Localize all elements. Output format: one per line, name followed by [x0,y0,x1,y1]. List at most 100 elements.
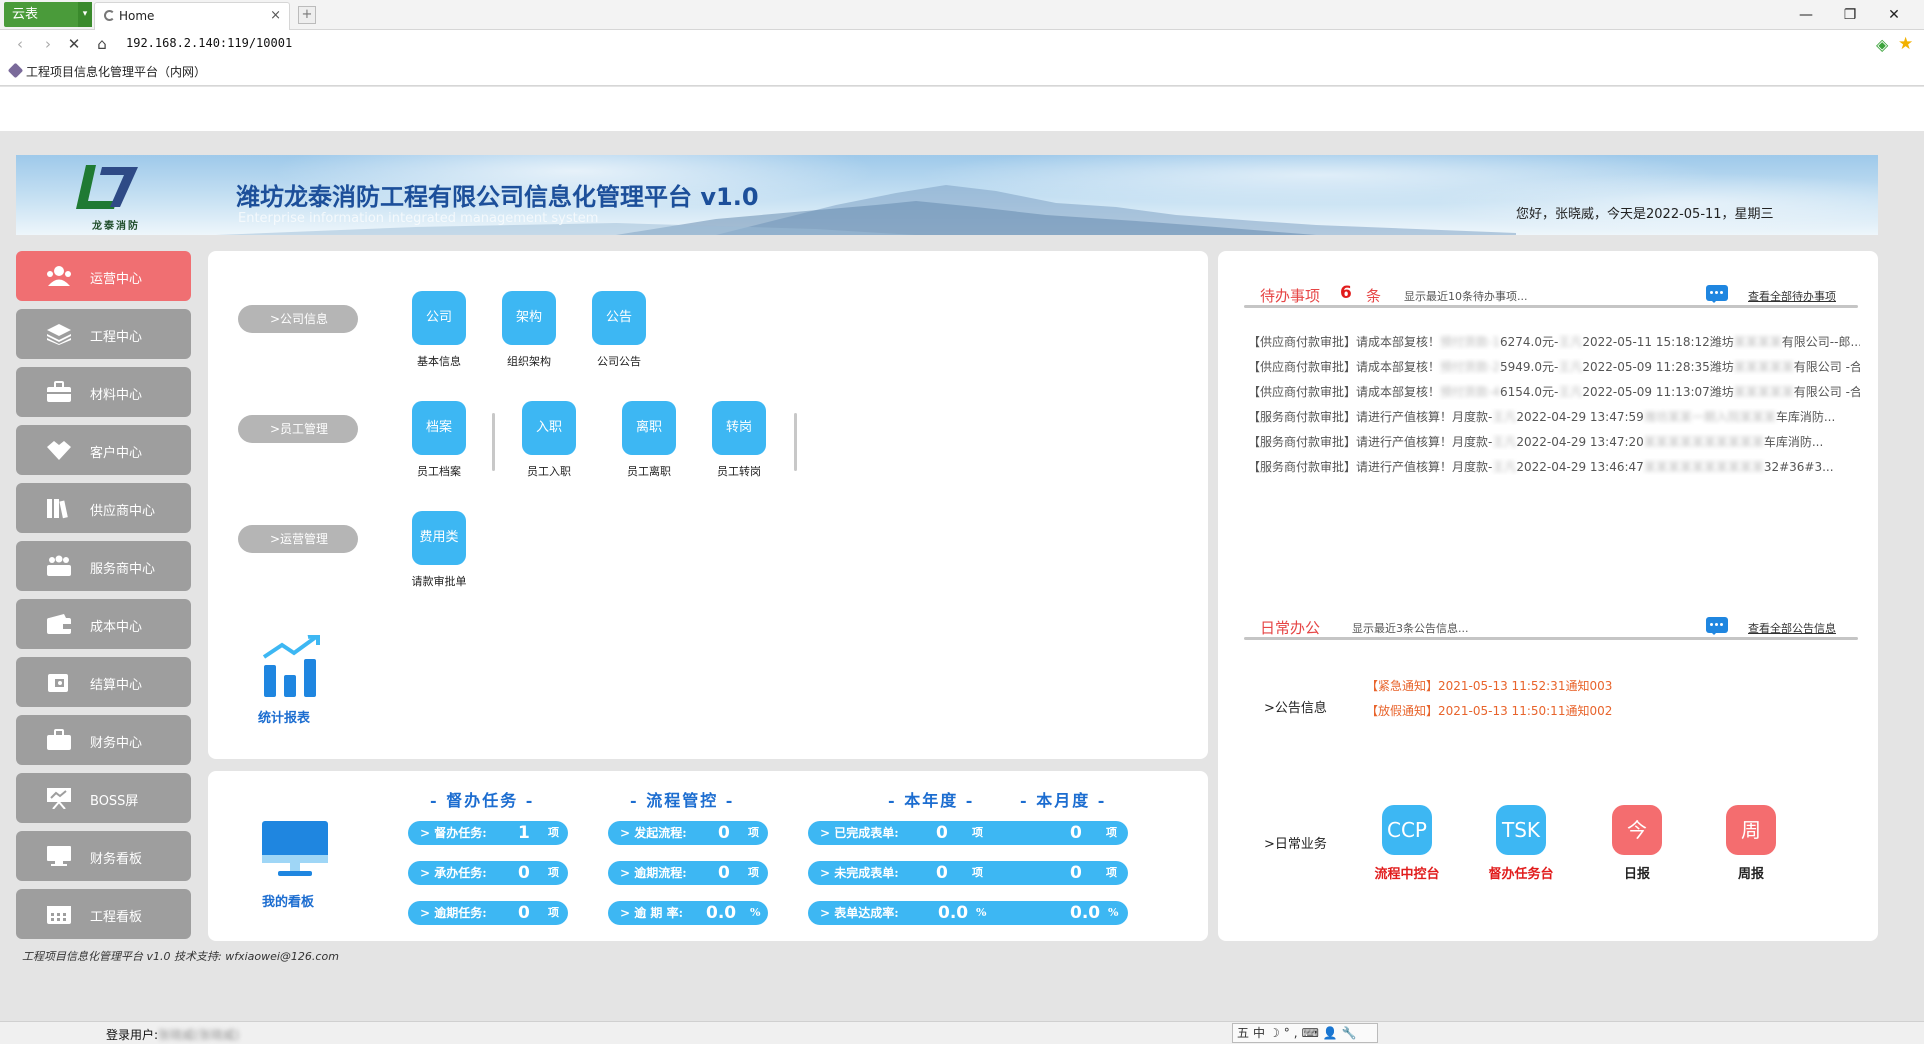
tile-staff-onboard[interactable]: 入职 [522,401,576,455]
minimize-button[interactable]: — [1786,4,1826,26]
notice-item[interactable]: 【紧急通知】2021-05-13 11:52:31通知003 [1366,677,1612,694]
tile-label: 员工档案 [417,465,461,478]
tile-staff-resign[interactable]: 离职 [622,401,676,455]
stats-report-link[interactable]: 统计报表 [258,707,310,726]
group-label-staff[interactable]: >员工管理 [238,415,358,443]
sidebar-item-operations[interactable]: 运营中心 [16,251,191,301]
stat-month-value: 0.0 [1070,903,1101,923]
sidebar-item-customers[interactable]: 客户中心 [16,425,191,475]
chevron-down-icon[interactable]: ▾ [78,2,92,27]
todo-header: - 督办任务 - [430,791,535,810]
view-all-todos-link[interactable]: 查看全部待办事项 [1748,288,1836,304]
stat-pill[interactable]: > 逾 期 率: 0.0% [608,901,768,925]
favorite-star-icon[interactable]: ★ [1898,34,1913,54]
sidebar-item-project-board[interactable]: 工程看板 [16,889,191,939]
ccp-button[interactable]: CCP [1382,805,1432,855]
todo-item[interactable]: 【服务商付款审批】请进行产值核算！月度款-王凡2022-04-29 13:47:… [1248,408,1860,425]
todo-item[interactable]: 【服务商付款审批】请进行产值核算！月度款-王凡2022-04-29 13:46:… [1248,458,1860,475]
sidebar-item-engineering[interactable]: 工程中心 [16,309,191,359]
new-tab-button[interactable]: + [298,6,316,24]
tile-label: 请款审批单 [411,575,467,588]
status-bar: 登录用户:张晓威(张晓威) 五中☽°,⌨👤🔧 [0,1021,1924,1044]
sidebar-item-label: 财务看板 [90,852,143,867]
stat-key: > 逾 期 率: [620,906,684,920]
stat-pill[interactable]: > 逾期流程: 0 项 [608,861,768,885]
sidebar-item-finance-board[interactable]: 财务看板 [16,831,191,881]
tile-org-structure[interactable]: 架构 [502,291,556,345]
office-hint: 显示最近3条公告信息... [1352,622,1469,635]
module-panel: >公司信息 公司 基本信息 架构 组织架构 公告 公司公告 >员工管理 档案 员… [208,251,1208,759]
year-header: - 本年度 - [888,791,975,810]
stat-key: > 逾期流程: [620,866,687,880]
home-icon[interactable]: ⌂ [92,34,112,54]
bookmark-bar: 工程项目信息化管理平台（内网） [0,58,1924,86]
dashboard-panel: 我的看板 - 督办任务 - - 流程管控 - - 本年度 - - 本月度 - >… [208,771,1208,941]
tile-expense[interactable]: 费用类 [412,511,466,565]
tile-label: 员工离职 [627,465,671,478]
stat-value: 0.0 [706,903,737,923]
sidebar-item-finance[interactable]: 财务中心 [16,715,191,765]
tile-company-notice[interactable]: 公告 [592,291,646,345]
todo-item[interactable]: 【供应商付款审批】请成本部复核！预付货款-46154.0元-王凡2022-05-… [1248,383,1860,400]
team-icon [47,555,71,576]
bookmark-item[interactable]: 工程项目信息化管理平台（内网） [7,62,206,80]
page-content: 龙泰消防 潍坊龙泰消防工程有限公司信息化管理平台 v1.0 Enterprise… [0,131,1924,1021]
stat-unit: % [976,906,987,919]
todo-item[interactable]: 【供应商付款审批】请成本部复核！预付货款-16274.0元-王凡2022-05-… [1248,333,1860,350]
page-top-strip [0,87,1924,131]
sidebar-item-label: BOSS屏 [90,794,139,809]
stat-pill[interactable]: > 表单达成率: 0.0% 0.0% [808,901,1128,925]
close-window-button[interactable]: ✕ [1874,4,1914,26]
chat-icon[interactable] [1706,285,1728,303]
stat-pill[interactable]: > 督办任务: 1 项 [408,821,568,845]
monitor-icon[interactable] [262,821,328,877]
handshake-icon [47,441,71,460]
weekly-report-button[interactable]: 周 [1726,805,1776,855]
ime-toolbar[interactable]: 五中☽°,⌨👤🔧 [1232,1023,1378,1043]
todo-item[interactable]: 【供应商付款审批】请成本部复核！预付货款-25949.0元-王凡2022-05-… [1248,358,1860,375]
biz-section-label: >日常业务 [1264,837,1327,852]
restore-button[interactable]: ❐ [1830,4,1870,26]
todo-item[interactable]: 【服务商付款审批】请进行产值核算！月度款-王凡2022-04-29 13:47:… [1248,433,1860,450]
calendar-icon [47,906,71,924]
sidebar-item-service-providers[interactable]: 服务商中心 [16,541,191,591]
group-label-company[interactable]: >公司信息 [238,305,358,333]
tab-home[interactable]: Home × [94,2,290,30]
back-icon[interactable]: ‹ [10,34,30,54]
presentation-icon [47,788,71,809]
stat-pill[interactable]: > 逾期任务: 0 项 [408,901,568,925]
stat-pill[interactable]: > 未完成表单: 0 项 0 项 [808,861,1128,885]
daily-report-button[interactable]: 今 [1612,805,1662,855]
stat-pill[interactable]: > 承办任务: 0 项 [408,861,568,885]
sidebar-item-label: 服务商中心 [90,562,156,577]
extension-icon[interactable]: ◈ [1876,35,1888,54]
stop-icon[interactable]: ✕ [64,34,84,54]
sidebar-item-settlement[interactable]: 结算中心 [16,657,191,707]
tab-bar: 云表 ▾ Home × + — ❐ ✕ [0,0,1924,30]
sidebar-item-boss-screen[interactable]: BOSS屏 [16,773,191,823]
sidebar-item-materials[interactable]: 材料中心 [16,367,191,417]
sidebar-item-cost[interactable]: 成本中心 [16,599,191,649]
my-board-link[interactable]: 我的看板 [262,891,314,910]
sidebar-item-label: 工程看板 [90,910,143,925]
view-all-notices-link[interactable]: 查看全部公告信息 [1748,620,1836,636]
bar-chart-icon[interactable] [260,635,324,701]
chat-icon[interactable] [1706,617,1728,635]
brand-menu-button[interactable]: 云表 ▾ [4,2,92,27]
sidebar-item-suppliers[interactable]: 供应商中心 [16,483,191,533]
group-label-operations[interactable]: >运营管理 [238,525,358,553]
tsk-button[interactable]: TSK [1496,805,1546,855]
stat-pill[interactable]: > 已完成表单: 0 项 0 项 [808,821,1128,845]
tile-company-info[interactable]: 公司 [412,291,466,345]
stat-unit: 项 [1106,866,1117,879]
tile-staff-transfer[interactable]: 转岗 [712,401,766,455]
notice-item[interactable]: 【放假通知】2021-05-13 11:50:11通知002 [1366,702,1612,719]
url-input[interactable]: 192.168.2.140:119/10001 [126,36,292,50]
tile-staff-archive[interactable]: 档案 [412,401,466,455]
biz-label: 督办任务台 [1488,867,1554,882]
stat-pill[interactable]: > 发起流程: 0 项 [608,821,768,845]
close-tab-icon[interactable]: × [270,8,281,23]
login-user-name: 张晓威(张晓威) [158,1028,240,1042]
tag-icon [7,62,24,79]
forward-icon[interactable]: › [38,34,58,54]
